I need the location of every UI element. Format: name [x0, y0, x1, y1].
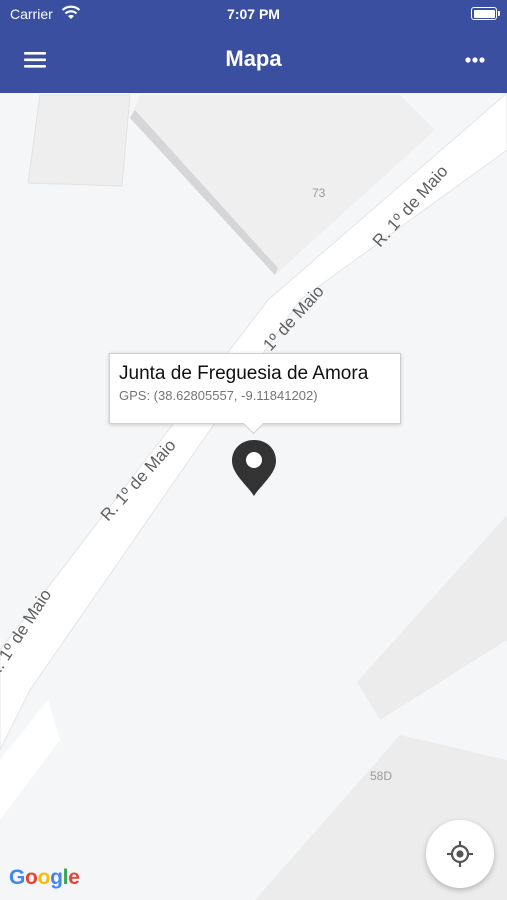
google-logo: Google [9, 866, 80, 890]
app-header: Carrier 7:07 PM Mapa [0, 0, 507, 93]
my-location-icon [447, 841, 473, 867]
marker-title: Junta de Freguesia de Amora [119, 363, 369, 384]
building-73 [130, 95, 435, 275]
building-number-73: 73 [312, 186, 326, 200]
building-block [27, 94, 131, 187]
google-logo-text: Google [9, 866, 80, 889]
building-block-2 [357, 515, 507, 720]
building-number-58d: 58D [370, 769, 392, 783]
more-options-button[interactable] [457, 45, 493, 75]
more-horizontal-icon [465, 57, 485, 63]
marker-gps-coordinates: GPS: (38.62805557, -9.11841202) [119, 388, 318, 403]
map-screen: R. 1º de Maio R. 1º de Maio R. 1º de Mai… [0, 0, 507, 900]
battery-icon [471, 7, 500, 20]
map-pin-icon[interactable] [230, 438, 278, 498]
status-bar: Carrier 7:07 PM [0, 0, 507, 30]
marker-info-window[interactable]: Junta de Freguesia de Amora GPS: (38.628… [109, 353, 401, 435]
my-location-button[interactable] [426, 820, 494, 888]
page-title: Mapa [225, 46, 282, 71]
status-time: 7:07 PM [227, 6, 280, 22]
